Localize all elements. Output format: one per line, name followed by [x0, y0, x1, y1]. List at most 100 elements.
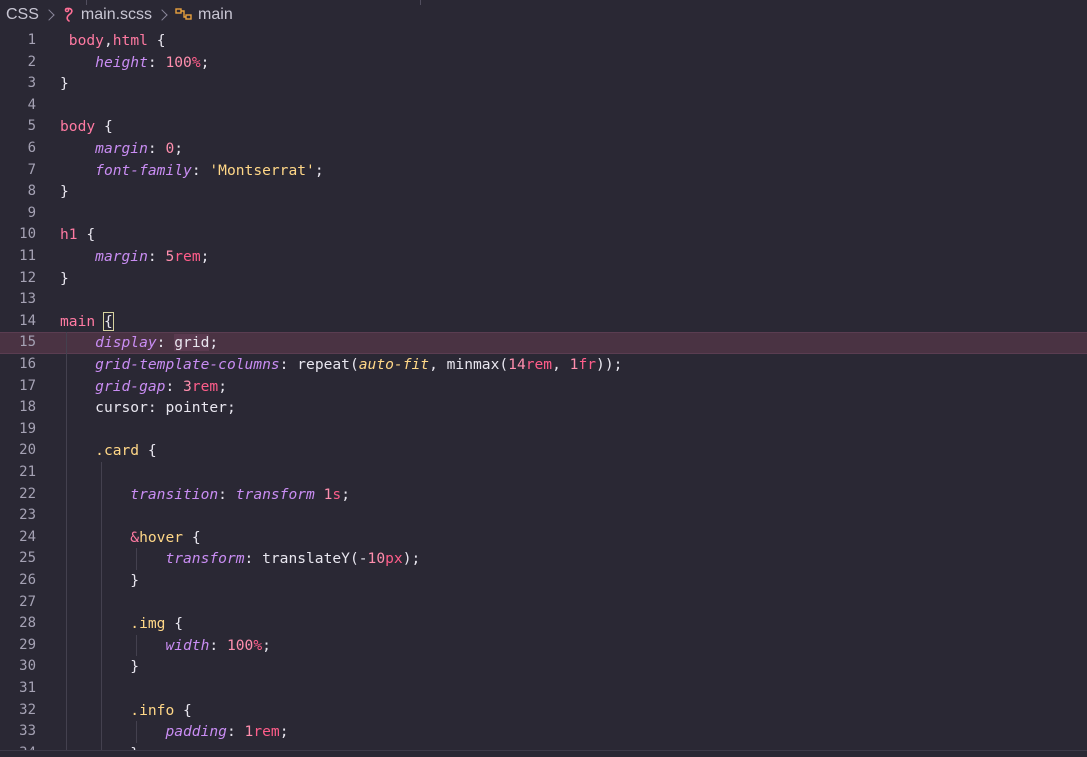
code-token: { — [174, 701, 192, 719]
line-number: 22 — [19, 485, 36, 502]
code-line[interactable]: 28 .img { — [0, 613, 1087, 635]
code-token: & — [130, 528, 140, 546]
code-token: 10 — [367, 550, 386, 568]
code-token: px — [385, 550, 403, 568]
code-line[interactable]: 6 margin: 0; — [0, 138, 1087, 160]
code-line[interactable]: 22 transition: transform 1s; — [0, 484, 1087, 506]
code-line[interactable]: 16 grid-template-columns: repeat(auto-fi… — [0, 354, 1087, 376]
code-line[interactable]: 10 h1 { — [0, 224, 1087, 246]
line-number: 10 — [19, 226, 36, 243]
code-line[interactable]: 3} — [0, 73, 1087, 95]
code-token: , — [552, 356, 570, 373]
code-token: : — [165, 377, 184, 395]
breadcrumb-item-file[interactable]: main.scss — [81, 6, 152, 24]
code-token: font-family — [95, 161, 192, 179]
code-line[interactable]: 12} — [0, 268, 1087, 290]
code-line[interactable]: 23 — [0, 505, 1087, 527]
code-line[interactable]: 20 .card { — [0, 440, 1087, 462]
code-token: 100 — [226, 636, 254, 654]
code-token: : — [156, 334, 175, 352]
code-token: width — [165, 636, 210, 654]
breadcrumb-item-symbol[interactable]: main — [198, 6, 233, 24]
line-number: 1 — [27, 32, 36, 48]
code-line[interactable]: 24 &hover { — [0, 527, 1087, 549]
code-line[interactable]: 32 .info { — [0, 700, 1087, 722]
code-token: ; — [218, 377, 227, 395]
code-token: { — [95, 118, 113, 136]
code-line[interactable]: 11 margin: 5rem; — [0, 246, 1087, 268]
code-token: ; — [279, 723, 289, 741]
code-token: rem — [525, 356, 553, 373]
code-line[interactable]: 26 } — [0, 570, 1087, 592]
code-token: translateY( — [262, 550, 359, 568]
code-line[interactable]: 13 — [0, 289, 1087, 311]
code-token: rem — [191, 377, 219, 395]
code-line[interactable]: 7 font-family: 'Montserrat'; — [0, 160, 1087, 182]
horizontal-scrollbar[interactable] — [0, 750, 1087, 757]
code-line[interactable]: 14 main { — [0, 311, 1087, 333]
code-token: display — [95, 334, 157, 352]
code-token: , — [103, 32, 113, 49]
line-content: } — [60, 73, 69, 95]
line-number: 9 — [27, 204, 36, 221]
code-line[interactable]: 15 display: grid; — [0, 332, 1087, 354]
code-token: auto-fit — [358, 356, 430, 373]
indent-guide — [135, 548, 137, 570]
code-token: ; — [174, 140, 184, 157]
code-token: padding — [165, 723, 227, 741]
line-number: 8 — [27, 183, 36, 200]
code-token: grid-template-columns — [95, 356, 280, 373]
line-content: cursor: pointer; — [60, 397, 236, 419]
scss-file-icon — [62, 7, 76, 23]
code-token: margin — [95, 140, 148, 157]
code-token: : — [191, 161, 210, 179]
indent-guide — [135, 721, 137, 743]
code-token: { — [102, 311, 114, 331]
line-number: 3 — [27, 75, 36, 92]
code-token: ; — [314, 161, 324, 179]
code-line[interactable]: 21 — [0, 462, 1087, 484]
code-token: { — [183, 528, 201, 546]
code-token: hover — [139, 528, 184, 546]
code-line[interactable]: 27 — [0, 592, 1087, 614]
code-line[interactable]: 17 grid-gap: 3rem; — [0, 376, 1087, 398]
code-token: body — [60, 118, 96, 136]
code-line[interactable]: 33 padding: 1rem; — [0, 721, 1087, 743]
breadcrumb: CSS main.scss main — [6, 0, 233, 30]
code-token: : — [226, 723, 245, 741]
code-token: grid — [174, 334, 210, 352]
code-area[interactable]: 1 body,html {2 height: 100%; 3} 4 5 body {6 … — [0, 30, 1087, 757]
line-number: 21 — [19, 464, 36, 480]
code-line[interactable]: 18 cursor: pointer; — [0, 397, 1087, 419]
line-number: 6 — [27, 140, 36, 156]
breadcrumb-item-css[interactable]: CSS — [6, 6, 39, 24]
line-content: padding: 1rem; — [60, 721, 288, 743]
code-token: grid-gap — [95, 377, 166, 395]
code-line[interactable]: 25 transform: translateY(-10px); — [0, 548, 1087, 570]
code-line[interactable]: 19 — [0, 419, 1087, 441]
line-number: 13 — [19, 291, 36, 308]
code-line[interactable]: 8} — [0, 181, 1087, 203]
code-token: fr — [578, 356, 597, 373]
code-line[interactable]: 1 body,html { — [0, 30, 1087, 52]
line-content: margin: 0; — [60, 138, 183, 160]
line-content: transform: translateY(-10px); — [60, 548, 420, 570]
code-line[interactable]: 4 — [0, 95, 1087, 117]
code-token: % — [191, 53, 201, 71]
code-line[interactable]: 31 — [0, 678, 1087, 700]
line-number: 23 — [19, 507, 36, 524]
line-number: 4 — [27, 96, 36, 113]
code-line[interactable]: 5 body { — [0, 116, 1087, 138]
line-content: body,html { — [60, 30, 166, 52]
code-line[interactable]: 2 height: 100%; — [0, 52, 1087, 74]
code-token: } — [60, 183, 69, 201]
code-line[interactable]: 29 width: 100%; — [0, 635, 1087, 657]
code-line[interactable]: 30 } — [0, 656, 1087, 678]
code-token: ; — [341, 485, 351, 503]
code-line[interactable]: 9 — [0, 203, 1087, 225]
line-content: .info { — [60, 700, 192, 722]
